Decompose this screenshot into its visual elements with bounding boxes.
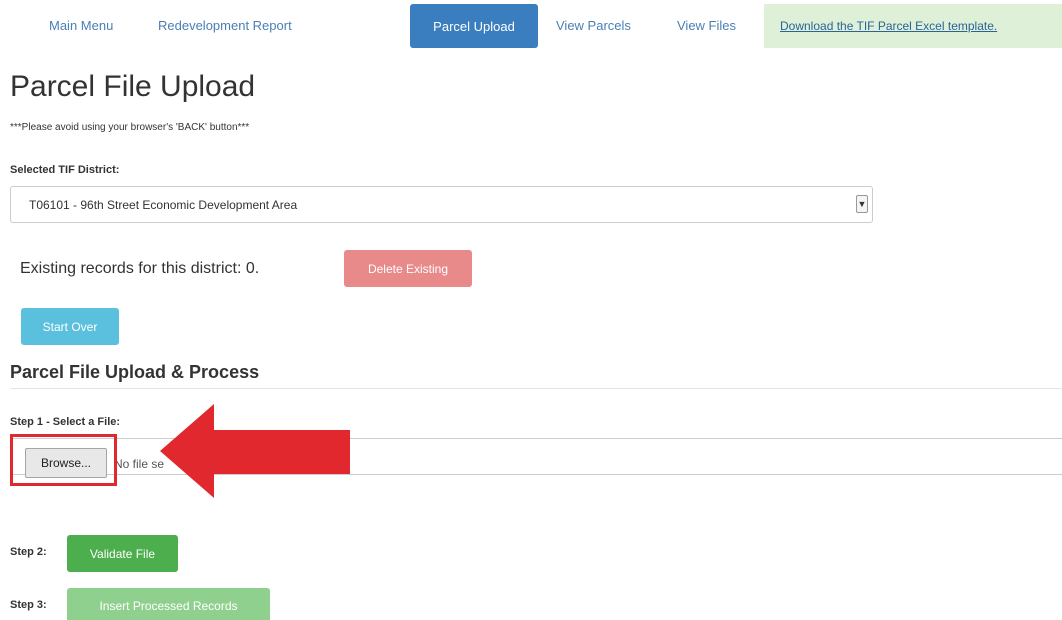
- delete-existing-button[interactable]: Delete Existing: [344, 250, 472, 287]
- district-select[interactable]: T06101 - 96th Street Economic Developmen…: [10, 186, 873, 223]
- nav-view-files[interactable]: View Files: [677, 18, 736, 33]
- insert-processed-records-button[interactable]: Insert Processed Records: [67, 588, 270, 620]
- district-label: Selected TIF District:: [10, 164, 120, 176]
- section-divider: [10, 388, 1062, 389]
- template-download-banner: Download the TIF Parcel Excel template.: [764, 4, 1062, 48]
- nav-parcel-upload[interactable]: Parcel Upload: [410, 4, 538, 48]
- top-nav: Main Menu Redevelopment Report Parcel Up…: [0, 0, 1062, 50]
- annotation-highlight-box: [10, 434, 117, 486]
- step2-label: Step 2:: [10, 546, 47, 558]
- section-title: Parcel File Upload & Process: [10, 362, 260, 382]
- nav-redevelopment-report[interactable]: Redevelopment Report: [158, 18, 292, 33]
- existing-records-text: Existing records for this district: 0.: [20, 260, 260, 277]
- nav-view-parcels[interactable]: View Parcels: [556, 18, 631, 33]
- arrow-left-icon: [160, 404, 352, 498]
- district-selected-value: T06101 - 96th Street Economic Developmen…: [29, 197, 298, 212]
- page-title: Parcel File Upload: [10, 70, 256, 103]
- validate-file-button[interactable]: Validate File: [67, 535, 178, 572]
- nav-main-menu[interactable]: Main Menu: [49, 18, 113, 33]
- no-file-text: No file se: [114, 457, 165, 471]
- chevron-down-icon[interactable]: ▼: [856, 195, 868, 213]
- start-over-button[interactable]: Start Over: [21, 308, 119, 345]
- download-template-link[interactable]: Download the TIF Parcel Excel template.: [780, 19, 997, 33]
- back-button-warning: ***Please avoid using your browser's 'BA…: [10, 122, 250, 133]
- step3-label: Step 3:: [10, 599, 47, 611]
- step1-label: Step 1 - Select a File:: [10, 416, 121, 428]
